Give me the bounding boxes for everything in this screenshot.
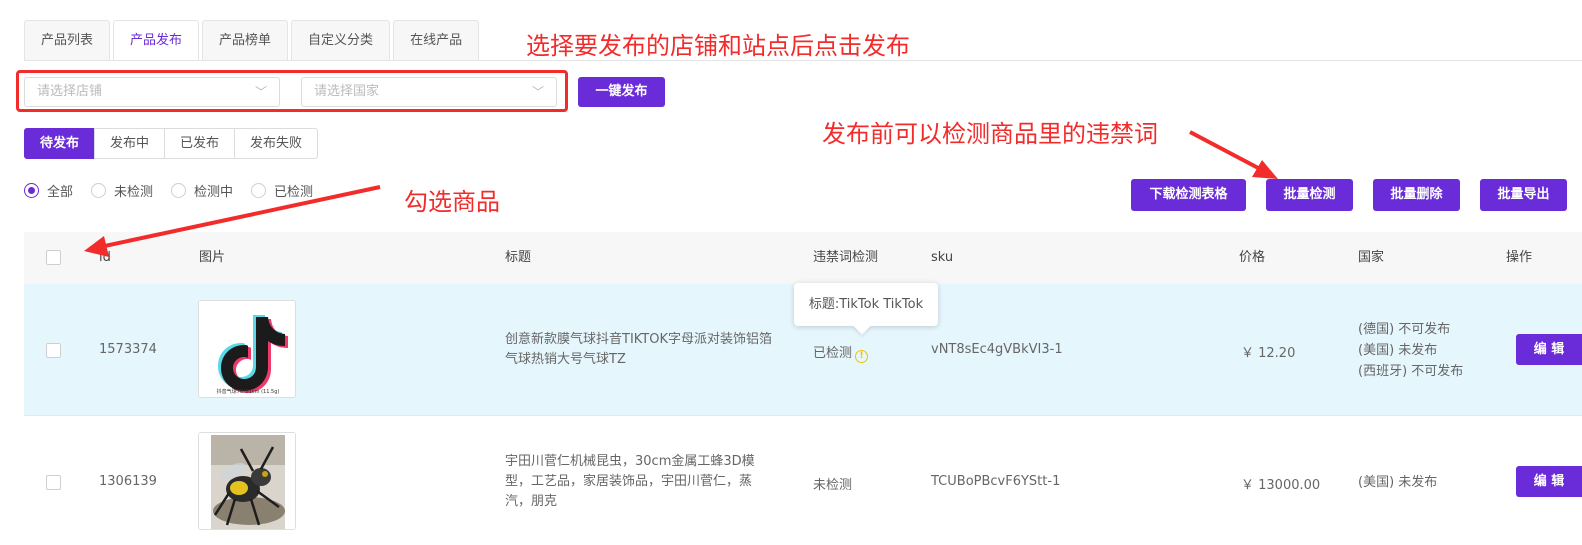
arrow-to-checkbox	[84, 185, 381, 257]
annotation-arrows	[84, 130, 1278, 257]
arrow-to-batch-check	[1189, 130, 1278, 179]
